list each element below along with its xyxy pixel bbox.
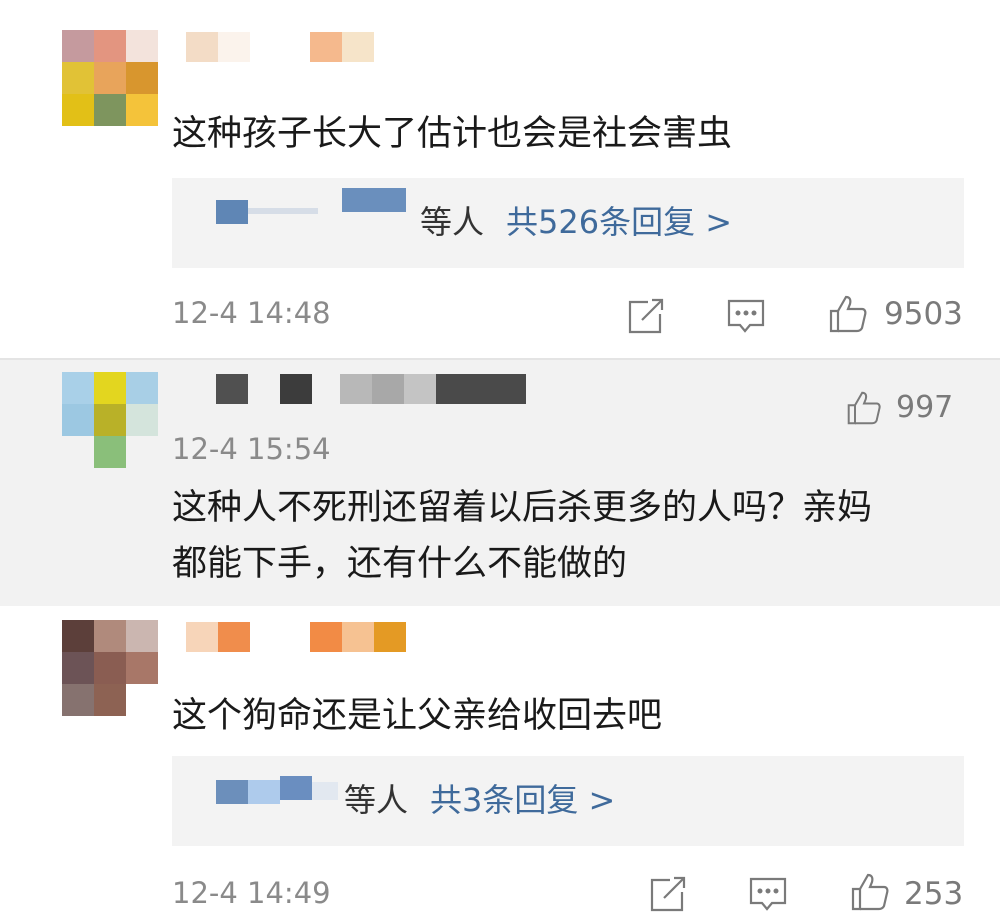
share-icon[interactable] bbox=[626, 296, 666, 336]
username[interactable] bbox=[186, 622, 406, 652]
comment-2: 997 12-4 15:54 这种人不死刑还留着以后杀更多的人吗？亲妈 都能下手… bbox=[0, 360, 1000, 606]
replies-preview[interactable]: 等人 共3条回复 > bbox=[172, 756, 964, 846]
avatar[interactable] bbox=[62, 30, 158, 126]
like-button[interactable] bbox=[846, 390, 882, 426]
comment-icon[interactable] bbox=[726, 296, 766, 336]
like-button[interactable] bbox=[850, 872, 890, 912]
comment-icon[interactable] bbox=[748, 874, 788, 914]
like-count: 253 bbox=[904, 876, 964, 912]
view-replies-link[interactable]: 共3条回复 > bbox=[430, 781, 615, 819]
like-count: 9503 bbox=[884, 296, 963, 332]
like-button[interactable] bbox=[828, 294, 868, 334]
comment-3: 这个狗命还是让父亲给收回去吧 等人 共3条回复 > 12-4 14:49 253 bbox=[0, 606, 1000, 912]
username[interactable] bbox=[216, 374, 536, 404]
comment-text: 这种孩子长大了估计也会是社会害虫 bbox=[172, 114, 733, 154]
share-icon[interactable] bbox=[648, 874, 688, 914]
comment-text: 这个狗命还是让父亲给收回去吧 bbox=[172, 696, 663, 736]
like-count: 997 bbox=[896, 390, 954, 425]
avatar[interactable] bbox=[62, 620, 158, 716]
timestamp: 12-4 15:54 bbox=[172, 432, 331, 466]
thumbs-up-icon bbox=[847, 391, 881, 425]
thumbs-up-icon bbox=[851, 873, 889, 911]
username[interactable] bbox=[186, 32, 386, 62]
comment-text-line-1: 这种人不死刑还留着以后杀更多的人吗？亲妈 bbox=[172, 488, 873, 528]
timestamp: 12-4 14:48 bbox=[172, 296, 331, 330]
replies-preview[interactable]: 等人 共526条回复 > bbox=[172, 178, 964, 268]
comment-1: 这种孩子长大了估计也会是社会害虫 等人 共526条回复 > 12-4 14:48 … bbox=[0, 0, 1000, 358]
thumbs-up-icon bbox=[829, 295, 867, 333]
timestamp: 12-4 14:49 bbox=[172, 876, 331, 910]
view-replies-link[interactable]: 共526条回复 > bbox=[506, 203, 732, 241]
reply-others-label: 等人 bbox=[344, 781, 409, 819]
comment-text-line-2: 都能下手，还有什么不能做的 bbox=[172, 544, 628, 584]
reply-others-label: 等人 bbox=[420, 203, 485, 241]
avatar[interactable] bbox=[62, 372, 158, 468]
